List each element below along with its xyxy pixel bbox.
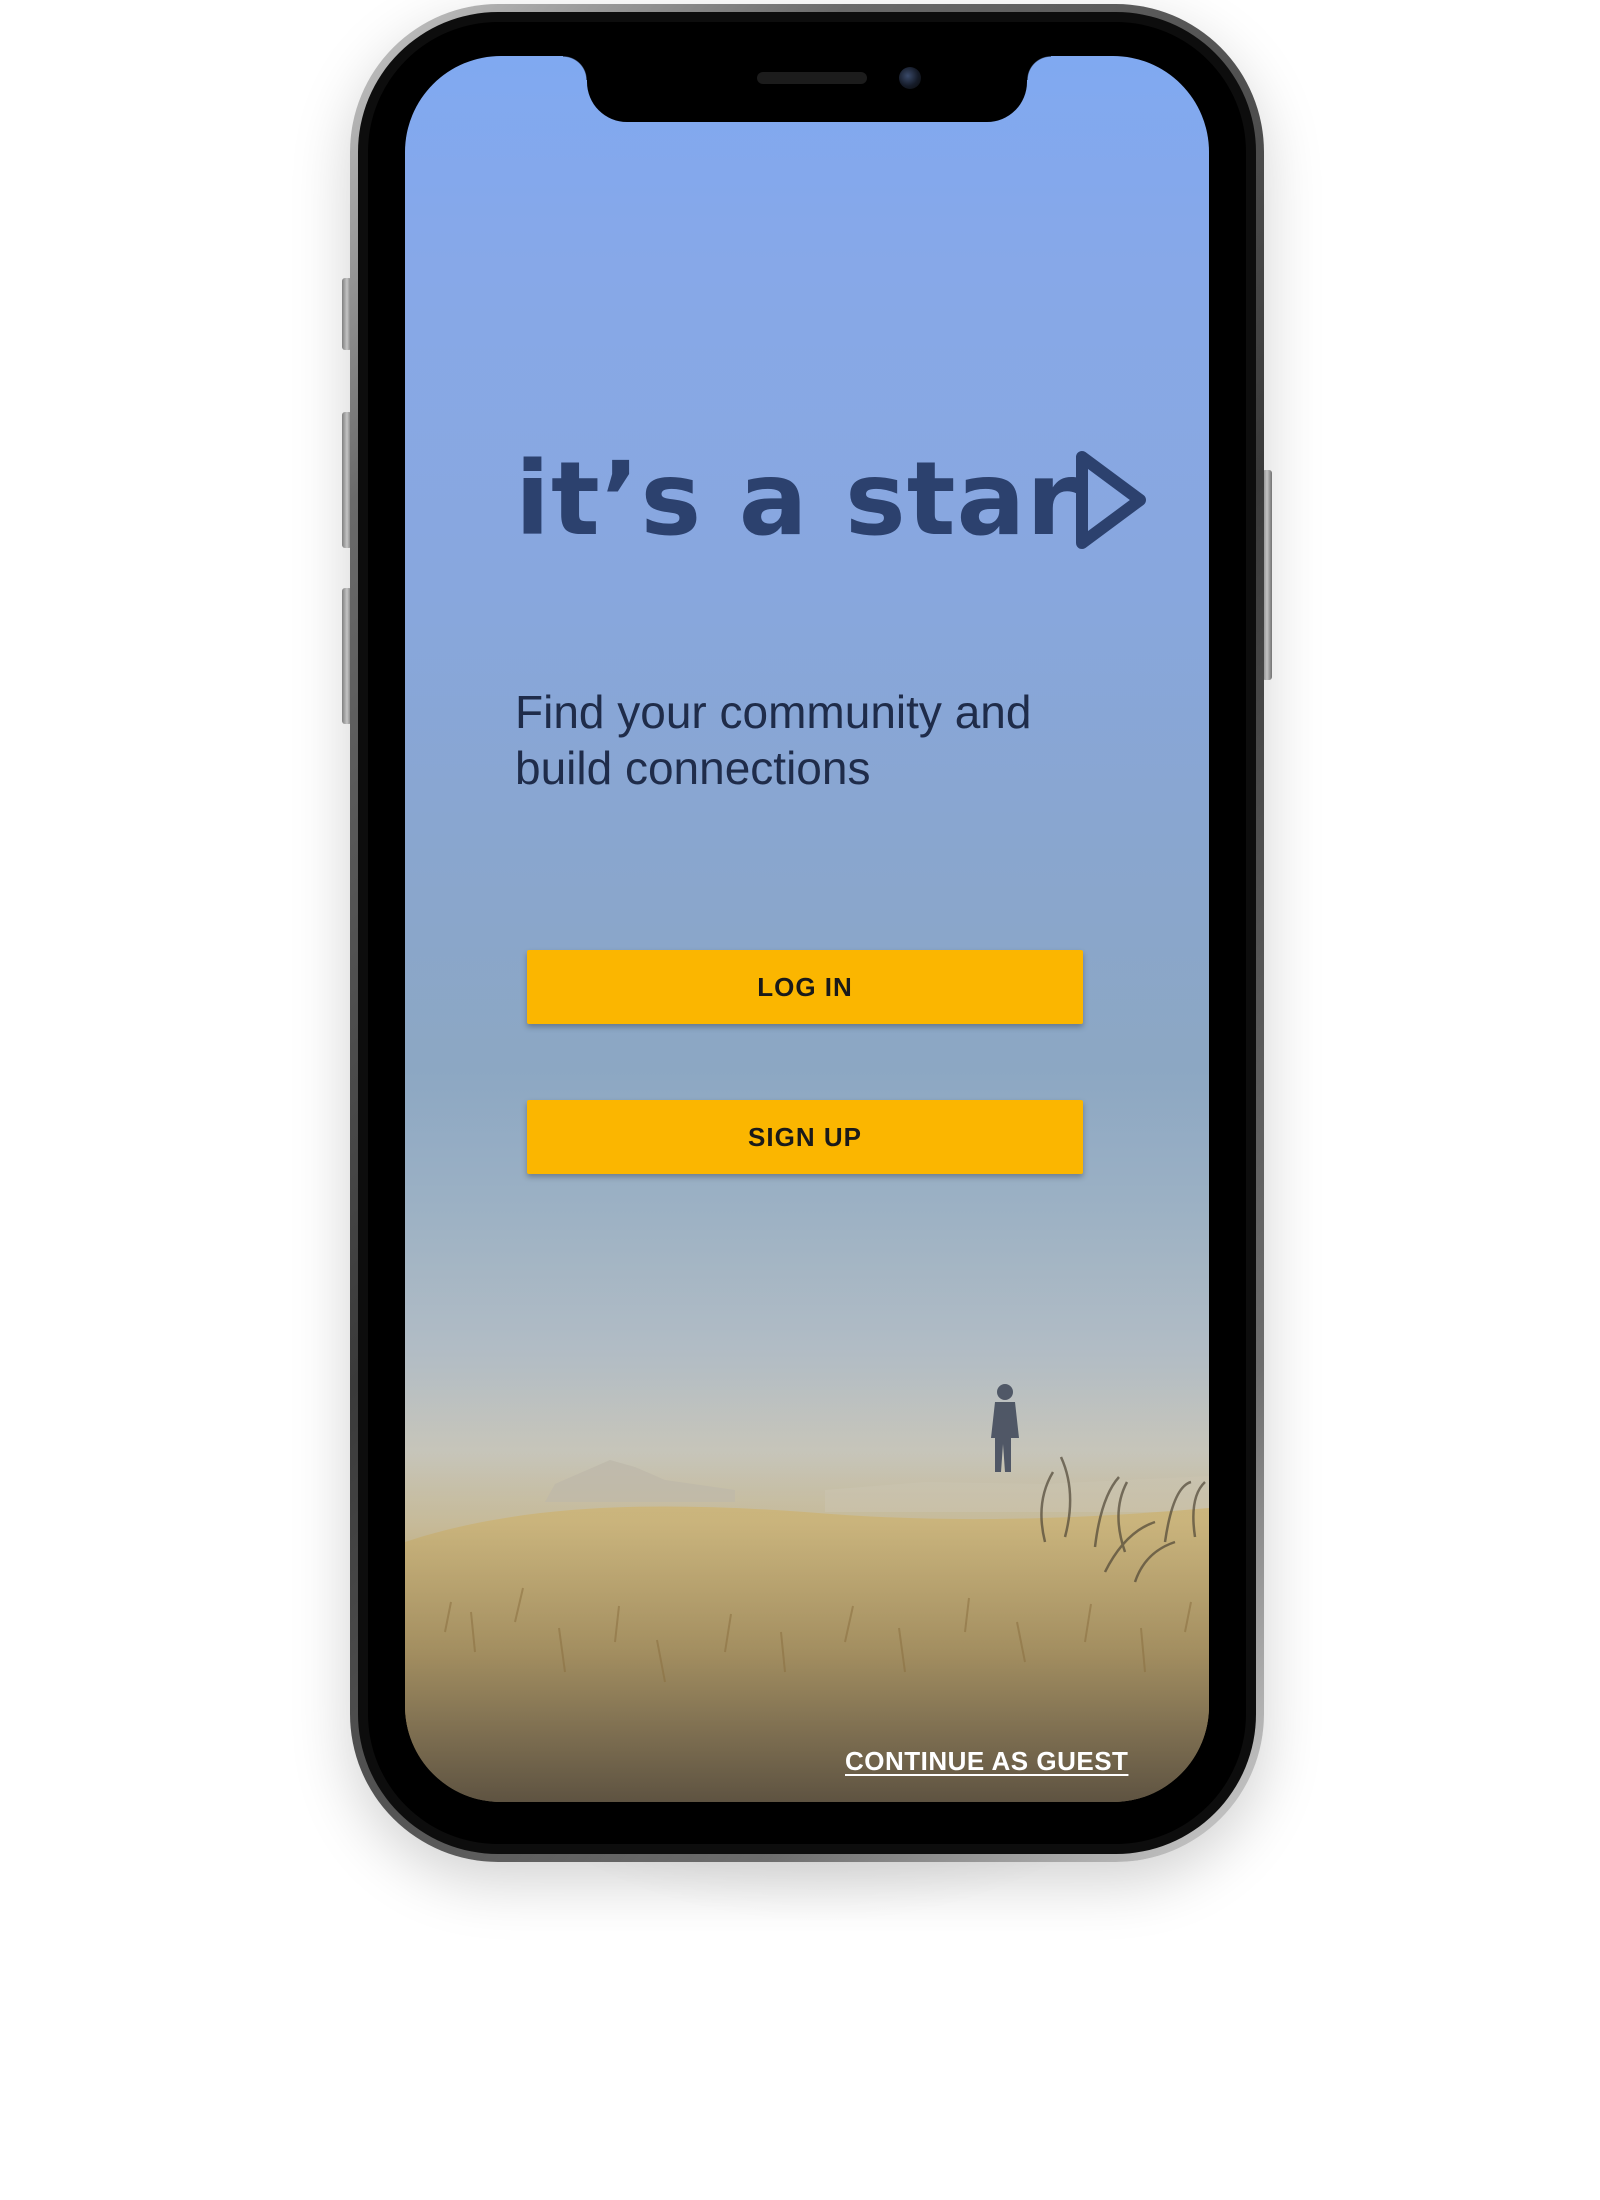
signup-button[interactable]: SIGN UP bbox=[527, 1100, 1083, 1174]
phone-frame: it’s a star Find your community and buil… bbox=[350, 4, 1264, 1862]
landscape-background bbox=[405, 1372, 1209, 1802]
app-screen: it’s a star Find your community and buil… bbox=[405, 56, 1209, 1802]
play-arrow-icon bbox=[1075, 451, 1146, 549]
continue-as-guest-link[interactable]: CONTINUE AS GUEST bbox=[845, 1746, 1128, 1777]
mockup-stage: it’s a star Find your community and buil… bbox=[0, 0, 1600, 2200]
front-camera bbox=[899, 67, 921, 89]
tagline: Find your community and build connection… bbox=[515, 686, 1032, 794]
screen-notch bbox=[563, 56, 1051, 122]
login-button[interactable]: LOG IN bbox=[527, 950, 1083, 1024]
logo-wordmark: it’s a star bbox=[515, 440, 1078, 559]
app-logo: it’s a star bbox=[515, 440, 1150, 560]
earpiece-speaker bbox=[757, 72, 867, 84]
